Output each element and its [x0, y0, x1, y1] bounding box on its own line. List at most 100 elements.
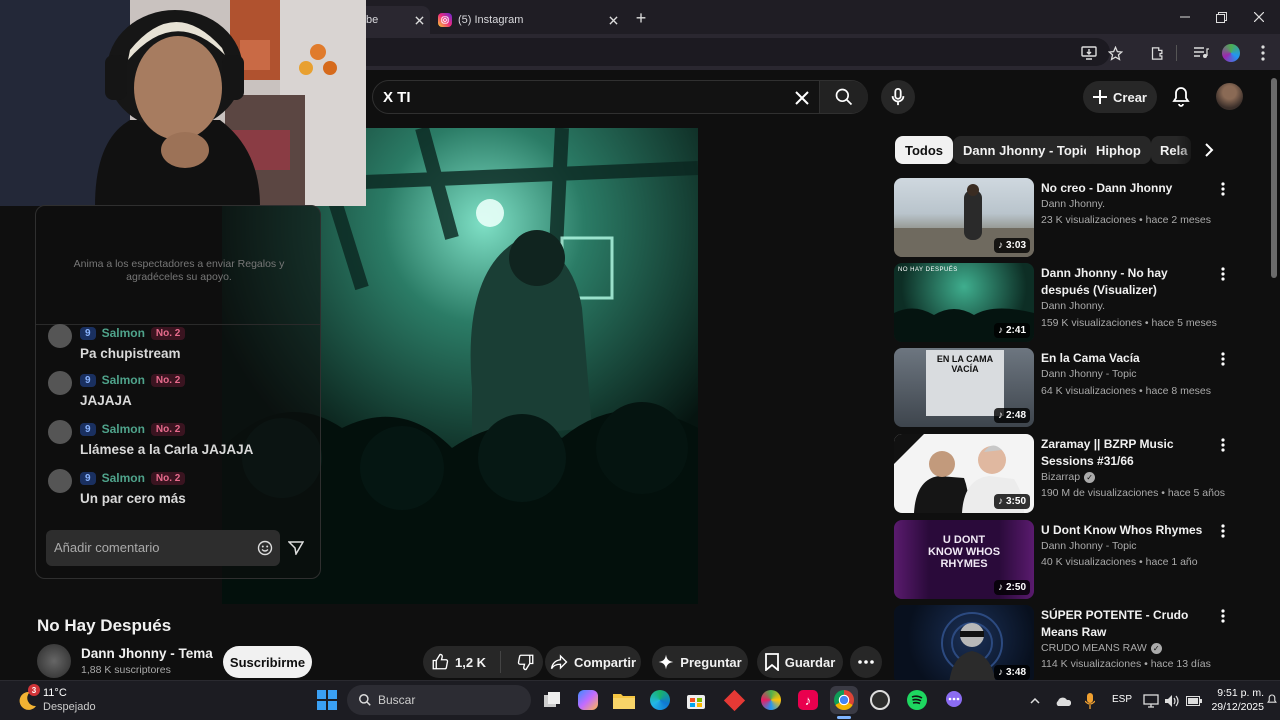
close-icon[interactable]: [606, 13, 620, 27]
like-divider: [500, 651, 502, 673]
search-box[interactable]: X TI: [372, 80, 868, 114]
windows-start-icon[interactable]: [313, 686, 341, 714]
bookmark-star-icon[interactable]: [1102, 40, 1128, 66]
edge-icon[interactable]: [646, 686, 674, 714]
kebab-menu-icon[interactable]: [1214, 436, 1232, 454]
channel-name[interactable]: Dann Jhonny.: [1041, 300, 1105, 312]
scrollbar-thumb[interactable]: [1271, 78, 1277, 278]
volume-icon[interactable]: [1163, 692, 1181, 710]
video-meta: 23 K visualizaciones • hace 2 meses: [1041, 214, 1212, 226]
recommended-video[interactable]: ♪ 3:50 Zaramay || BZRP Music Sessions #31…: [894, 434, 1234, 514]
tiktok-icon[interactable]: ♪: [794, 686, 822, 714]
chat-avatar: [48, 371, 72, 395]
profile-avatar[interactable]: [1218, 40, 1244, 66]
omnibox[interactable]: [330, 38, 1110, 66]
comment-input[interactable]: Añadir comentario: [46, 530, 280, 566]
chat-username[interactable]: Salmon: [102, 373, 145, 387]
video-meta: 114 K visualizaciones • hace 13 días: [1041, 658, 1211, 670]
notification-bell-tray-icon[interactable]: [1266, 692, 1278, 708]
save-button[interactable]: Guardar: [757, 646, 843, 678]
extensions-icon[interactable]: [1144, 40, 1170, 66]
chrome-icon[interactable]: [830, 686, 858, 714]
close-icon[interactable]: [412, 13, 426, 27]
recommended-video[interactable]: ♪ 3:48 SÚPER POTENTE - Crudo Means Raw CR…: [894, 605, 1234, 685]
chevron-right-icon[interactable]: [1196, 137, 1222, 163]
video-thumbnail[interactable]: ♪ 3:48: [894, 605, 1034, 684]
battery-icon[interactable]: [1185, 692, 1203, 710]
chat-username[interactable]: Salmon: [102, 422, 145, 436]
emoji-icon[interactable]: [256, 539, 274, 557]
search-input[interactable]: X TI: [383, 89, 411, 106]
channel-name[interactable]: Dann Jhonny - Topic: [1041, 368, 1137, 380]
kebab-menu-icon[interactable]: [1214, 607, 1232, 625]
clock-date[interactable]: 29/12/2025: [1206, 701, 1264, 713]
kebab-menu-icon[interactable]: [1214, 350, 1232, 368]
video-thumbnail[interactable]: ♪ 3:03: [894, 178, 1034, 257]
app-red-diamond-icon[interactable]: [720, 686, 748, 714]
page-scrollbar[interactable]: [1268, 72, 1280, 680]
media-control-icon[interactable]: [1188, 40, 1214, 66]
chat-username[interactable]: Salmon: [102, 326, 145, 340]
like-button[interactable]: 1,2 K: [431, 653, 486, 671]
notifications-bell-icon[interactable]: [1168, 84, 1194, 110]
clock-time[interactable]: 9:51 p. m.: [1210, 687, 1264, 699]
kebab-menu-icon[interactable]: [1214, 522, 1232, 540]
create-button[interactable]: Crear: [1083, 81, 1157, 113]
task-view-icon[interactable]: [538, 686, 566, 714]
recommended-video[interactable]: EN LA CAMA VACÍA ♪ 2:48 En la Cama Vacía …: [894, 348, 1234, 428]
user-avatar[interactable]: [1216, 83, 1243, 110]
chevron-up-icon[interactable]: [1026, 692, 1044, 710]
close-window-button[interactable]: [1236, 0, 1280, 34]
music-note-icon: ♪: [997, 240, 1003, 251]
video-thumbnail[interactable]: NO HAY DESPUÉS ♪ 2:41: [894, 263, 1034, 342]
microphone-tray-icon[interactable]: [1081, 692, 1099, 710]
channel-avatar[interactable]: [37, 644, 71, 678]
channel-name[interactable]: Dann Jhonny - Tema: [81, 646, 213, 661]
recommended-video[interactable]: U DONT KNOW WHOS RHYMES ♪ 2:50 U Dont Kno…: [894, 520, 1234, 600]
video-thumbnail[interactable]: ♪ 3:50: [894, 434, 1034, 513]
obs-icon[interactable]: [866, 686, 894, 714]
search-icon[interactable]: [820, 81, 868, 113]
install-app-icon[interactable]: [1076, 40, 1102, 66]
tab-title: be: [366, 14, 379, 26]
chip-dann-jhonny-topic[interactable]: Dann Jhonny - Topic: [953, 136, 1101, 164]
copilot-icon[interactable]: [574, 686, 602, 714]
video-thumbnail[interactable]: U DONT KNOW WHOS RHYMES ♪ 2:50: [894, 520, 1034, 599]
file-explorer-icon[interactable]: [610, 686, 638, 714]
video-thumbnail[interactable]: EN LA CAMA VACÍA ♪ 2:48: [894, 348, 1034, 427]
language-indicator[interactable]: ESP: [1112, 694, 1132, 705]
channel-name[interactable]: Dann Jhonny.: [1041, 198, 1105, 210]
store-icon[interactable]: [682, 686, 710, 714]
new-tab-button[interactable]: +: [630, 8, 652, 28]
music-note-icon: ♪: [997, 582, 1003, 593]
chip-todos[interactable]: Todos: [895, 136, 954, 164]
clear-search-icon[interactable]: [791, 87, 813, 109]
channel-name[interactable]: CRUDO MEANS RAW ✓: [1041, 642, 1162, 654]
onedrive-icon[interactable]: [1054, 692, 1072, 710]
music-note-icon: ♪: [997, 410, 1003, 421]
chat-text: Un par cero más: [80, 491, 186, 506]
subscribe-button[interactable]: Suscribirme: [223, 646, 312, 678]
weather-widget[interactable]: 3: [14, 684, 40, 712]
ask-button[interactable]: Preguntar: [652, 646, 748, 678]
spotify-icon[interactable]: [903, 686, 931, 714]
more-actions-button[interactable]: [850, 646, 882, 678]
kebab-menu-icon[interactable]: [1214, 265, 1232, 283]
menu-dots-icon[interactable]: [1250, 40, 1276, 66]
mic-icon[interactable]: [881, 80, 915, 114]
chat-app-icon[interactable]: [940, 686, 968, 714]
channel-name[interactable]: Dann Jhonny - Topic: [1041, 540, 1137, 552]
app-multicolor-icon[interactable]: [757, 686, 785, 714]
send-icon[interactable]: [286, 538, 306, 558]
kebab-menu-icon[interactable]: [1214, 180, 1232, 198]
chip-hiphop[interactable]: Hiphop: [1086, 136, 1151, 164]
dislike-button[interactable]: [517, 653, 535, 671]
network-icon[interactable]: [1142, 692, 1160, 710]
share-button[interactable]: Compartir: [545, 646, 641, 678]
tab-instagram[interactable]: (5) Instagram: [430, 6, 626, 34]
taskbar-search[interactable]: Buscar: [347, 685, 531, 715]
channel-name[interactable]: Bizarrap ✓: [1041, 471, 1096, 483]
recommended-video[interactable]: ♪ 3:03 No creo - Dann Jhonny Dann Jhonny.…: [894, 178, 1234, 258]
recommended-video[interactable]: NO HAY DESPUÉS ♪ 2:41 Dann Jhonny - No ha…: [894, 263, 1234, 343]
chat-username[interactable]: Salmon: [102, 471, 145, 485]
